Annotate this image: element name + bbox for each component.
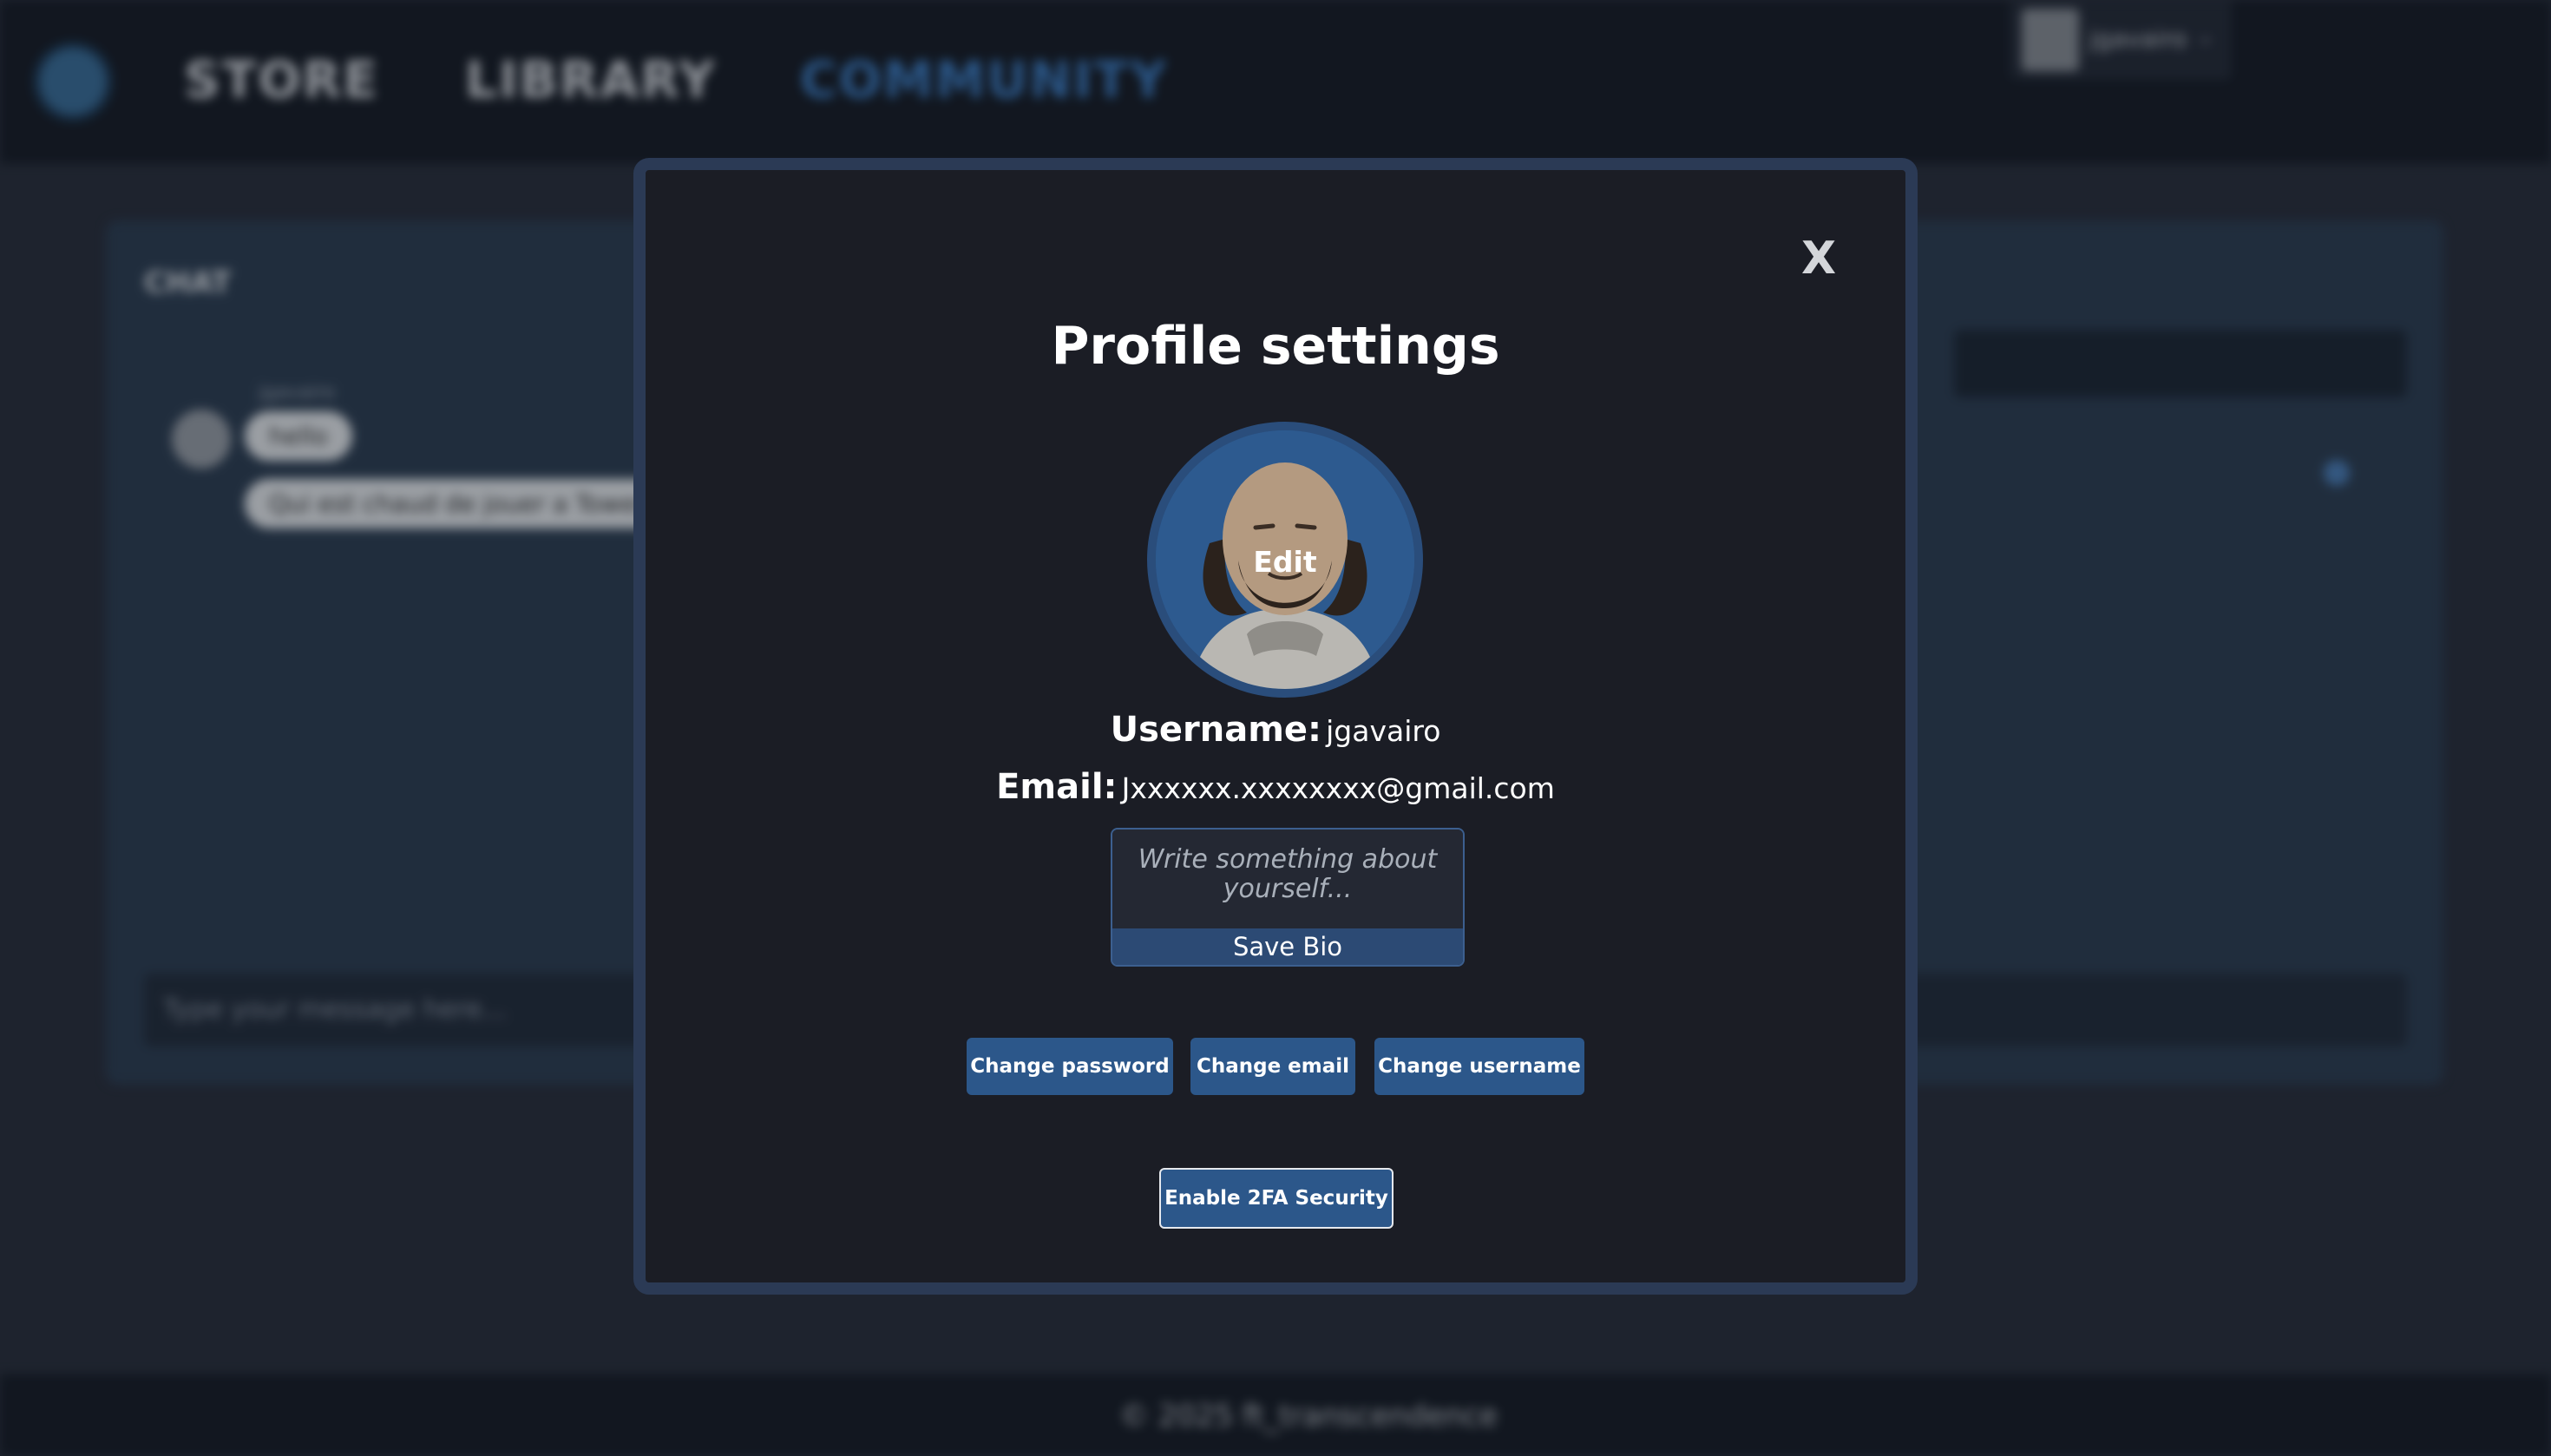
username-label: Username: [1110,710,1322,750]
email-row: Email: Jxxxxxx.xxxxxxxx@gmail.com [646,767,1905,807]
email-value: Jxxxxxx.xxxxxxxx@gmail.com [1121,771,1555,805]
modal-title: Profile settings [1051,316,1500,377]
bio-editor: Write something about yourself... Save B… [1111,828,1465,967]
change-password-button[interactable]: Change password [967,1038,1173,1095]
profile-avatar[interactable]: Edit [1147,422,1423,698]
avatar-edit-label[interactable]: Edit [1156,545,1414,579]
email-label: Email: [996,767,1118,807]
username-value: jgavairo [1326,714,1441,748]
enable-2fa-button[interactable]: Enable 2FA Security [1159,1168,1394,1229]
bio-textarea[interactable]: Write something about yourself... [1112,830,1463,928]
change-username-button[interactable]: Change username [1374,1038,1584,1095]
close-button[interactable]: X [1793,233,1845,285]
username-row: Username: jgavairo [646,710,1905,750]
change-email-button[interactable]: Change email [1190,1038,1355,1095]
profile-settings-modal: X Profile settings Edit Username: jgavai… [633,158,1918,1295]
save-bio-button[interactable]: Save Bio [1112,928,1463,965]
